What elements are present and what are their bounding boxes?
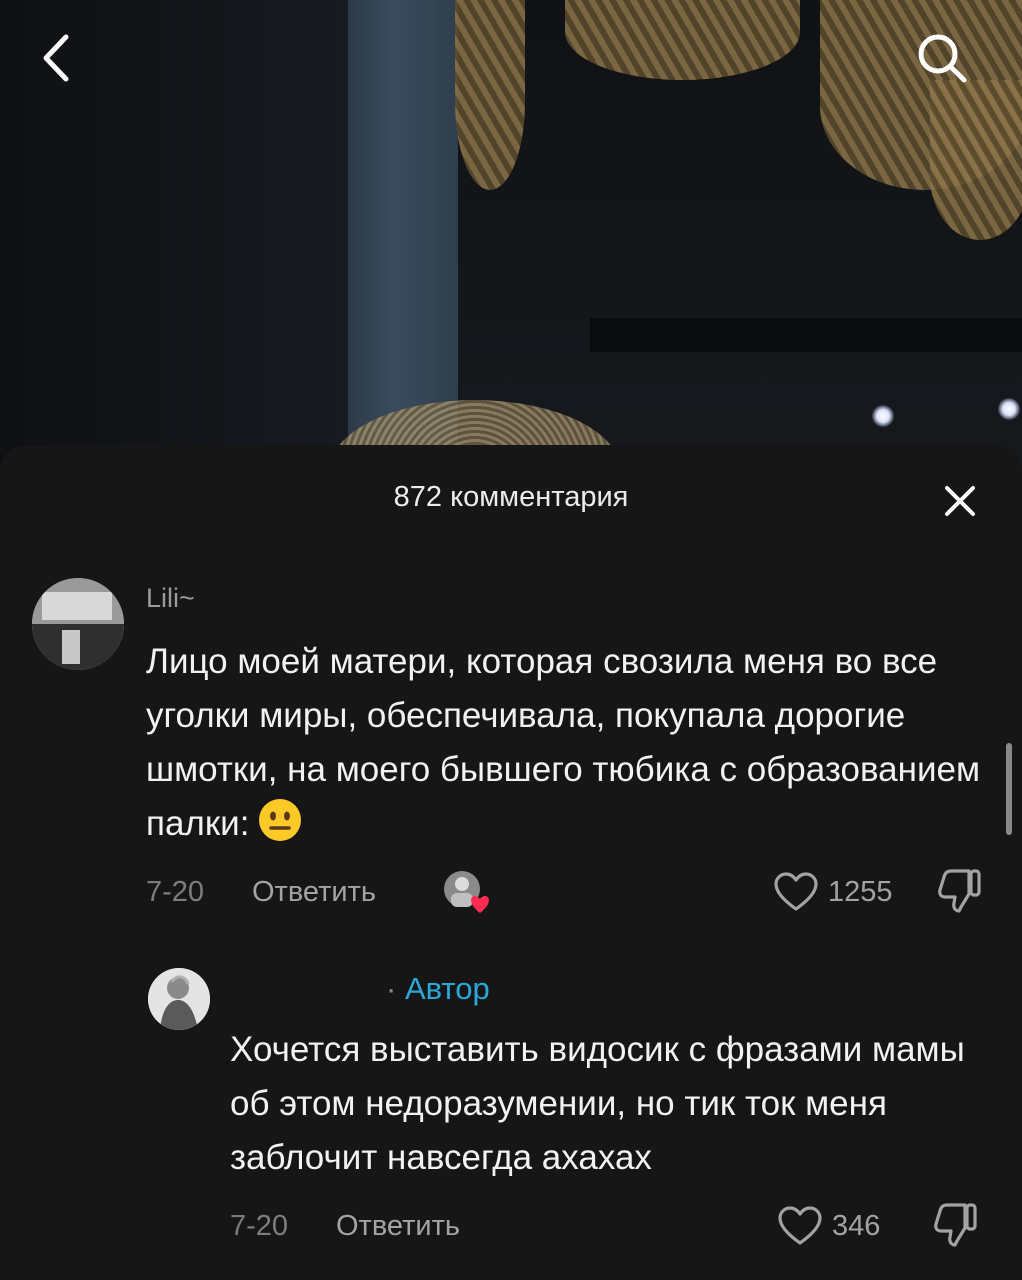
author-separator-dot: ·	[386, 971, 405, 1006]
author-avatar[interactable]	[148, 968, 210, 1030]
scrollbar[interactable]	[1006, 743, 1012, 835]
comment-text: Лицо моей матери, которая свозила меня в…	[146, 635, 986, 851]
dislike-button[interactable]	[932, 865, 988, 917]
reply-dislike-button[interactable]	[928, 1199, 984, 1251]
close-button[interactable]	[930, 471, 990, 531]
author-liked-icon	[444, 871, 489, 913]
reply-button[interactable]: Ответить	[252, 876, 376, 909]
close-icon	[945, 486, 975, 516]
search-icon	[918, 34, 967, 83]
dislike-icon	[938, 869, 981, 913]
author-liked-badge	[442, 869, 494, 917]
video-pillar	[348, 0, 458, 470]
author-avatar-image	[148, 968, 210, 1030]
comment-username[interactable]: Lili~	[146, 583, 195, 614]
ceiling-light	[872, 405, 894, 427]
author-badge: · Автор	[386, 971, 490, 1007]
search-button[interactable]	[910, 26, 974, 90]
comment-date: 7-20	[146, 876, 205, 908]
video-beam	[590, 318, 1022, 352]
neutral-face-emoji	[259, 799, 302, 841]
comments-sheet: 872 комментария Lili~ Лицо моей матери, …	[0, 445, 1022, 1280]
chevron-left-icon	[43, 34, 69, 82]
like-button[interactable]	[770, 868, 822, 916]
reply-reply-button[interactable]: Ответить	[336, 1210, 460, 1243]
avatar-image	[32, 578, 124, 670]
back-button[interactable]	[24, 26, 88, 90]
wicker-lamp	[455, 0, 525, 190]
reply-text: Хочется выставить видосик с фразами мамы…	[230, 1030, 965, 1177]
wicker-lamp	[930, 80, 1022, 240]
ceiling-light	[998, 398, 1020, 420]
heart-outline-icon	[774, 872, 818, 911]
comments-header: 872 комментария	[0, 445, 1022, 551]
avatar[interactable]	[32, 578, 124, 670]
comments-count-title: 872 комментария	[393, 481, 629, 513]
reply-like-button[interactable]	[774, 1202, 826, 1250]
reply-date: 7-20	[230, 1210, 289, 1242]
like-count: 1255	[828, 876, 893, 908]
reply-like-count: 346	[832, 1210, 881, 1242]
dislike-icon	[934, 1203, 977, 1247]
author-label: Автор	[404, 971, 490, 1006]
video-background[interactable]	[0, 0, 1022, 470]
heart-outline-icon	[778, 1206, 822, 1245]
